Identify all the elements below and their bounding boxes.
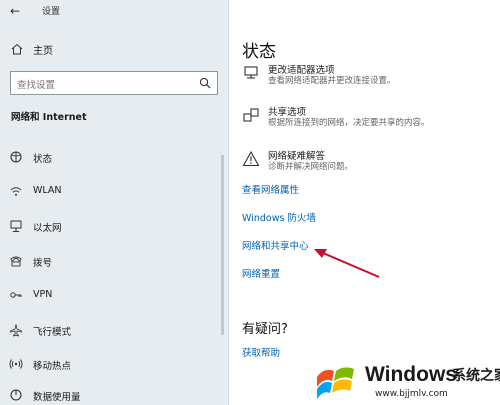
home-icon xyxy=(11,43,23,55)
page-title: 状态 xyxy=(242,42,276,62)
airplane-icon xyxy=(10,324,22,337)
search-input[interactable]: 查找设置 xyxy=(10,71,218,95)
sidebar-item-home[interactable]: 主页 xyxy=(10,41,53,57)
windows-logo-icon xyxy=(317,367,354,399)
sidebar-item-wlan[interactable]: WLAN xyxy=(0,179,228,203)
sharing-icon xyxy=(243,108,259,122)
dialup-icon xyxy=(10,256,22,267)
sidebar-item-hotspot[interactable]: 移动热点 xyxy=(0,352,228,376)
sidebar-item-label: 飞行模式 xyxy=(33,327,72,338)
ethernet-icon xyxy=(10,220,22,232)
link-network-reset[interactable]: 网络重置 xyxy=(242,266,280,280)
hotspot-icon xyxy=(9,359,23,369)
sidebar-item-data-usage[interactable]: 数据使用量 xyxy=(0,383,228,405)
sidebar-item-label: 移动热点 xyxy=(33,361,72,372)
adapter-icon xyxy=(244,66,258,79)
watermark: Windows 系统之家 www.bjjmlv.com xyxy=(312,352,500,405)
search-icon[interactable] xyxy=(199,77,211,89)
main-content: 状态 更改适配器选项 查看网络适配器并更改连接设置。 共享选项 根据所连接到的网… xyxy=(230,0,500,405)
back-arrow-icon[interactable]: ← xyxy=(10,4,24,18)
sidebar-scrollbar[interactable] xyxy=(221,155,224,335)
sidebar-item-label: VPN xyxy=(33,289,53,300)
warning-icon xyxy=(242,150,260,167)
sidebar: ← 设置 主页 查找设置 网络和 Internet 状态 WLAN 以太网 拨号… xyxy=(0,0,229,405)
setting-description: 诊断并解决网络问题。 xyxy=(268,162,354,172)
watermark-cn: 系统之家 xyxy=(452,368,500,384)
status-icon xyxy=(10,151,22,163)
search-placeholder: 查找设置 xyxy=(17,80,56,91)
sidebar-item-vpn[interactable]: VPN xyxy=(0,283,228,307)
sidebar-item-label: 拨号 xyxy=(33,258,53,269)
wifi-icon xyxy=(10,187,22,196)
data-usage-icon xyxy=(10,389,22,401)
section-title: 网络和 Internet xyxy=(11,112,87,123)
setting-description: 查看网络适配器并更改连接设置。 xyxy=(268,76,396,86)
link-network-sharing-center[interactable]: 网络和共享中心 xyxy=(242,238,309,252)
link-windows-firewall[interactable]: Windows 防火墙 xyxy=(242,210,316,224)
link-get-help[interactable]: 获取帮助 xyxy=(242,345,280,359)
sidebar-item-airplane[interactable]: 飞行模式 xyxy=(0,318,228,342)
watermark-brand: Windows xyxy=(365,363,457,386)
watermark-url: www.bjjmlv.com xyxy=(375,389,448,399)
sidebar-item-label: WLAN xyxy=(33,185,62,196)
setting-description: 根据所连接到的网络，决定要共享的内容。 xyxy=(268,118,430,128)
vpn-icon xyxy=(10,292,22,298)
sidebar-item-label: 数据使用量 xyxy=(33,392,81,403)
sidebar-item-ethernet[interactable]: 以太网 xyxy=(0,214,228,238)
sidebar-item-label: 状态 xyxy=(33,154,53,165)
sidebar-item-status[interactable]: 状态 xyxy=(0,145,228,169)
question-heading: 有疑问? xyxy=(242,322,288,337)
sidebar-item-label: 以太网 xyxy=(33,223,62,234)
sidebar-item-dialup[interactable]: 拨号 xyxy=(0,249,228,273)
home-label: 主页 xyxy=(33,46,53,57)
link-view-network-properties[interactable]: 查看网络属性 xyxy=(242,182,299,196)
window-title: 设置 xyxy=(42,7,61,17)
